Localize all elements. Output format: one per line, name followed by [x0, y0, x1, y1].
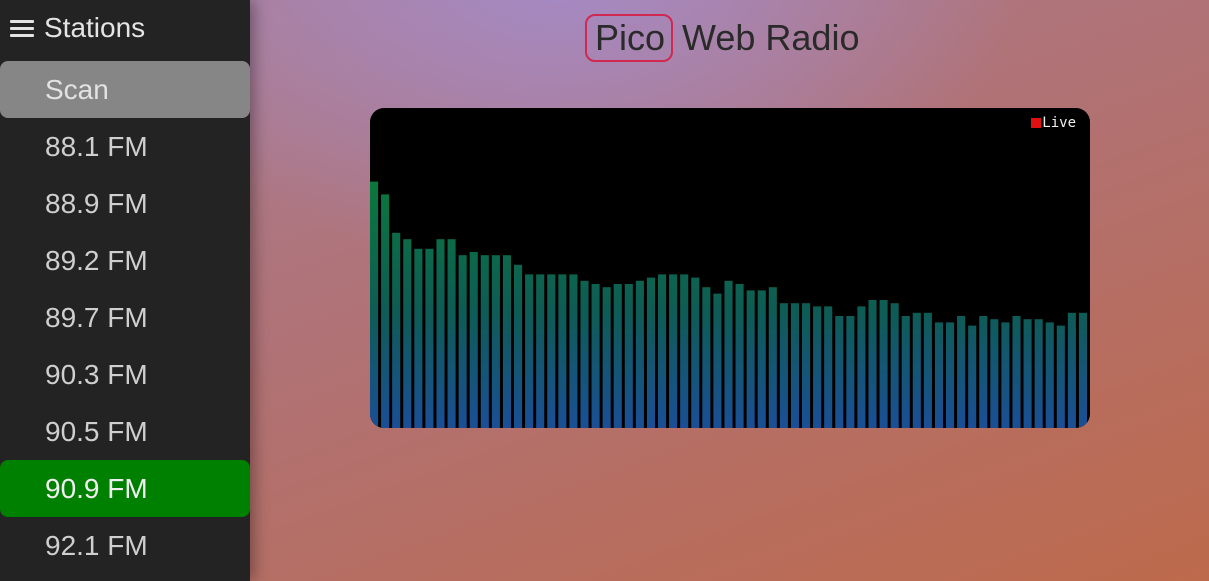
spectrum-bar: [934, 322, 943, 428]
spectrum-bar: [1067, 312, 1076, 428]
spectrum-bar: [392, 232, 401, 428]
live-indicator-icon: [1031, 118, 1042, 128]
spectrum-bar: [713, 293, 722, 428]
spectrum-bars: [370, 181, 1087, 428]
spectrum-bar: [813, 306, 822, 428]
hamburger-menu-icon[interactable]: [10, 18, 34, 38]
station-item-90-9-fm[interactable]: 90.9 FM: [0, 460, 250, 517]
spectrum-bar: [624, 284, 633, 428]
spectrum-bar: [646, 277, 655, 428]
spectrum-bar: [403, 239, 412, 428]
spectrum-bar: [768, 287, 777, 428]
spectrum-bar: [580, 280, 589, 428]
spectrum-bar: [724, 280, 733, 428]
spectrum-bar: [702, 287, 711, 428]
spectrum-bar: [957, 316, 966, 428]
spectrum-bar: [746, 290, 755, 428]
station-item-92-1-fm[interactable]: 92.1 FM: [0, 517, 250, 574]
spectrum-bar: [990, 319, 999, 428]
scan-button[interactable]: Scan: [0, 61, 250, 118]
title-brand-box: Pico: [585, 14, 674, 62]
spectrum-bar: [857, 306, 866, 428]
spectrum-bar: [1034, 319, 1043, 428]
title-rest: Web Radio: [682, 17, 860, 58]
spectrum-bar: [901, 316, 910, 428]
spectrum-bar: [757, 290, 766, 428]
spectrum-bar: [381, 194, 390, 428]
spectrum-bar: [558, 274, 567, 428]
spectrum-bar: [890, 303, 899, 428]
spectrum-bar: [979, 316, 988, 428]
spectrum-bar: [613, 284, 622, 428]
spectrum-bar: [436, 239, 445, 428]
spectrum-bar: [1023, 319, 1032, 428]
sidebar-title: Stations: [44, 12, 146, 43]
spectrum-bar: [370, 181, 379, 428]
spectrum-bar: [447, 239, 456, 428]
spectrum-bar: [835, 316, 844, 428]
spectrum-bar: [525, 274, 534, 428]
spectrum-bar: [425, 248, 434, 428]
spectrum-bar: [680, 274, 689, 428]
live-badge: Live: [1031, 115, 1076, 131]
station-item-89-2-fm[interactable]: 89.2 FM: [0, 232, 250, 289]
spectrum-bar: [536, 274, 545, 428]
spectrum-bar: [968, 325, 977, 428]
spectrum-bar: [824, 306, 833, 428]
station-item-89-7-fm[interactable]: 89.7 FM: [0, 289, 250, 346]
spectrum-bar: [602, 287, 611, 428]
sidebar-header[interactable]: Stations: [10, 8, 145, 48]
spectrum-bar: [1001, 322, 1010, 428]
spectrum-bar: [779, 303, 788, 428]
station-item-90-5-fm[interactable]: 90.5 FM: [0, 403, 250, 460]
spectrum-bar: [491, 255, 500, 428]
spectrum-bar: [946, 322, 955, 428]
spectrum-bar: [1056, 325, 1065, 428]
spectrum-bar: [846, 316, 855, 428]
live-label: Live: [1042, 115, 1076, 131]
spectrum-bar: [691, 277, 700, 428]
spectrum-bar: [569, 274, 578, 428]
spectrum-bar: [790, 303, 799, 428]
station-sidebar: Stations Scan 88.1 FM 88.9 FM 89.2 FM 89.7 F…: [0, 0, 250, 581]
page-title: Pico Web Radio: [585, 13, 859, 63]
spectrum-bar: [669, 274, 678, 428]
spectrum-bar: [635, 280, 644, 428]
spectrum-bar: [1012, 316, 1021, 428]
spectrum-bar: [480, 255, 489, 428]
spectrum-bar: [802, 303, 811, 428]
spectrum-bar: [658, 274, 667, 428]
spectrum-bar: [502, 255, 511, 428]
spectrum-bar: [923, 312, 932, 428]
station-item-88-9-fm[interactable]: 88.9 FM: [0, 175, 250, 232]
spectrum-bar: [1078, 312, 1087, 428]
spectrum-bar: [868, 300, 877, 428]
spectrum-bar: [1045, 322, 1054, 428]
station-item-90-3-fm[interactable]: 90.3 FM: [0, 346, 250, 403]
spectrum-bar: [514, 264, 523, 428]
audio-spectrum-visualizer: Live: [370, 108, 1090, 428]
spectrum-bar: [735, 284, 744, 428]
spectrum-bar: [414, 248, 423, 428]
station-list: Scan 88.1 FM 88.9 FM 89.2 FM 89.7 FM 90.3 FM 9…: [0, 61, 250, 574]
spectrum-bar: [879, 300, 888, 428]
spectrum-bar: [591, 284, 600, 428]
spectrum-bar: [912, 312, 921, 428]
spectrum-bar: [458, 255, 467, 428]
spectrum-bar: [469, 252, 478, 428]
station-item-88-1-fm[interactable]: 88.1 FM: [0, 118, 250, 175]
spectrum-bar: [547, 274, 556, 428]
